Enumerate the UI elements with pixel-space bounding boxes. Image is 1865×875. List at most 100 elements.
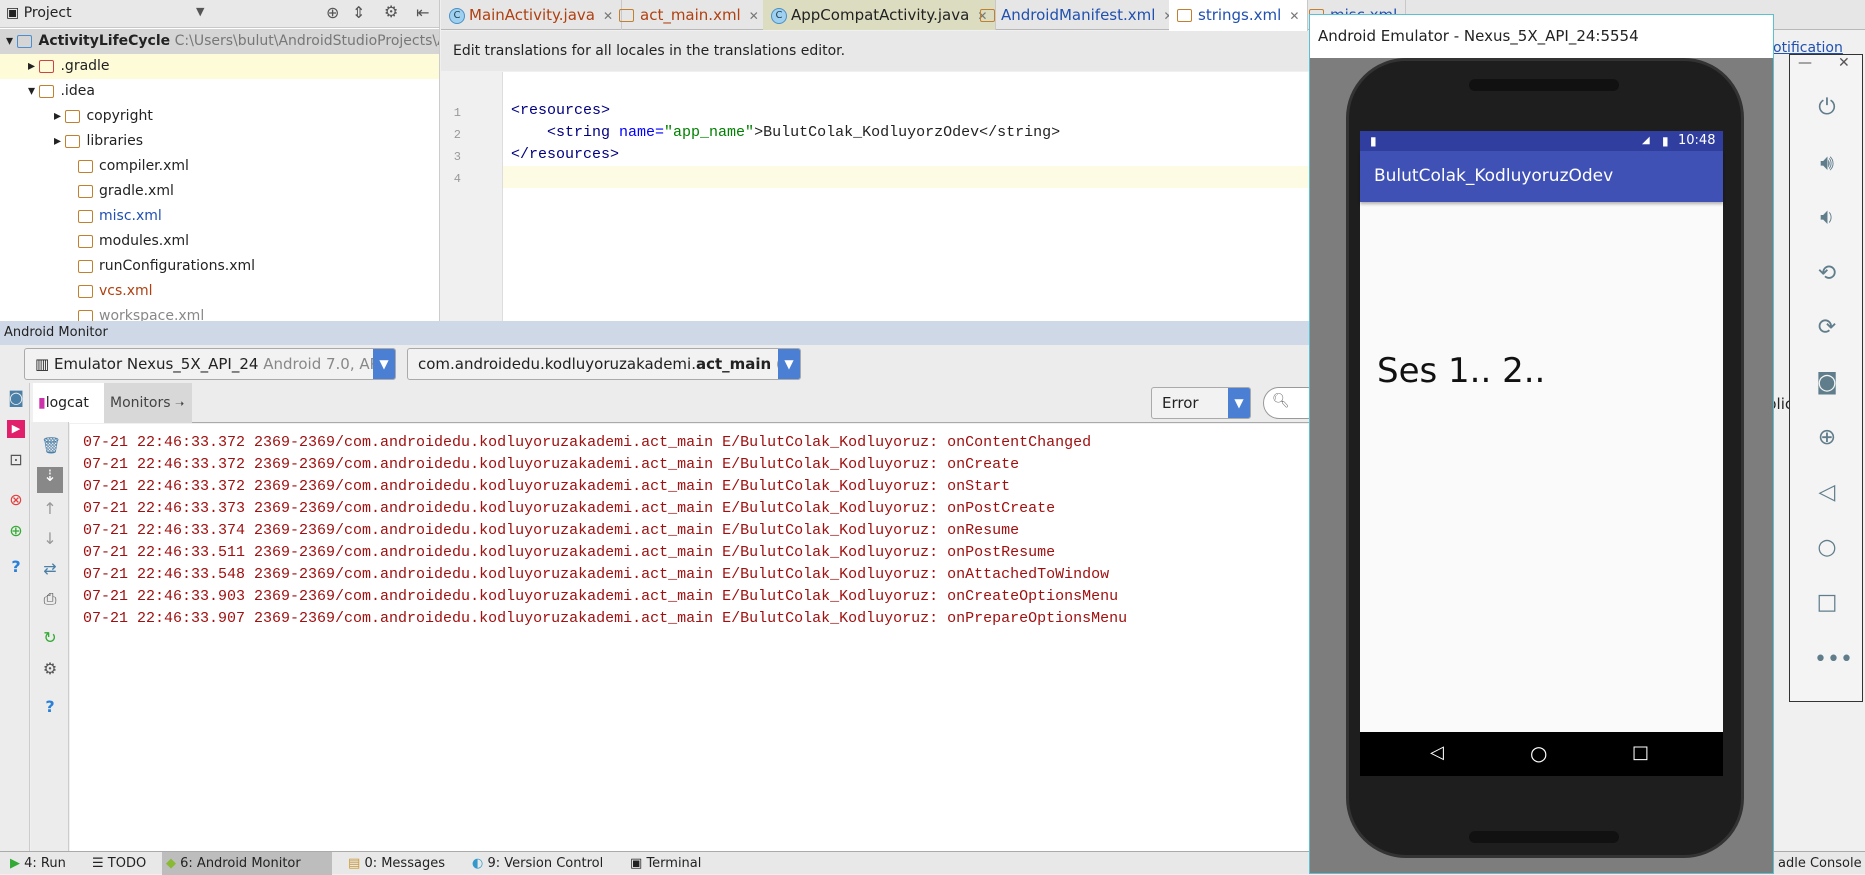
log-line: 07-21 22:46:33.903 2369-2369/com.android… <box>83 588 1119 605</box>
run-tab[interactable]: ▶ 4: Run <box>6 852 70 875</box>
back-icon[interactable]: ◁ <box>1814 480 1840 506</box>
device-icon: ▥ <box>35 355 54 373</box>
emulator-title: Android Emulator - Nexus_5X_API_24:5554 <box>1310 15 1773 58</box>
folder-icon <box>17 34 33 48</box>
camera-icon[interactable]: ◙ <box>1814 370 1840 396</box>
tree-item[interactable]: vcs.xml <box>78 279 153 304</box>
log-line: 07-21 22:46:33.374 2369-2369/com.android… <box>83 522 1020 539</box>
close-icon[interactable]: ✕ <box>1838 55 1850 71</box>
tab-androidmanifest[interactable]: AndroidManifest.xml✕ <box>972 0 1183 30</box>
project-view-selector[interactable]: ▣ Project <box>6 5 72 21</box>
camera-icon[interactable]: ◙ <box>7 389 25 407</box>
tab-strings[interactable]: strings.xml ✕ <box>1169 0 1309 31</box>
chevron-down-icon[interactable]: ▼ <box>196 5 204 18</box>
run-icon: ▶ <box>10 856 20 871</box>
restart-icon[interactable]: ↻ <box>41 629 59 647</box>
close-icon[interactable]: ✕ <box>749 9 759 23</box>
xml-file-icon <box>619 9 634 22</box>
code-line: </resources> <box>511 146 620 163</box>
navigation-bar: ◁ ○ □ <box>1360 732 1723 776</box>
soft-wrap-icon[interactable]: ⇄ <box>41 560 59 578</box>
gear-icon[interactable]: ⚙ <box>41 660 59 678</box>
gradle-console-tab[interactable]: adle Console <box>1774 852 1865 875</box>
code-line: <resources> <box>511 102 611 119</box>
tab-mainactivity[interactable]: C MainActivity.java ✕ <box>441 0 623 30</box>
system-info-icon[interactable]: ⊡ <box>7 451 25 469</box>
logcat-side-toolbar: 🗑︎ ⇣ ↑ ↓ ⇄ ⎙ ↻ ⚙ ? <box>31 422 69 851</box>
tree-item[interactable]: gradle.xml <box>78 179 174 204</box>
log-level-dropdown[interactable]: Error ▼ <box>1151 387 1251 419</box>
tree-item[interactable]: workspace.xml <box>78 304 204 321</box>
speaker-grille <box>1469 79 1619 91</box>
tree-item[interactable]: compiler.xml <box>78 154 189 179</box>
volume-down-icon[interactable]: 🔉︎ <box>1814 205 1840 231</box>
log-line: 07-21 22:46:33.907 2369-2369/com.android… <box>83 610 1128 627</box>
terminate-icon[interactable]: ⊕ <box>7 522 25 540</box>
collapse-icon[interactable]: ⇕ <box>352 3 365 22</box>
version-control-tab[interactable]: ◐ 9: Version Control <box>468 852 607 875</box>
pin-icon: ➝ <box>174 397 185 410</box>
tree-item[interactable]: ▸ libraries <box>54 129 143 154</box>
line-number: 4 <box>453 172 461 186</box>
home-icon[interactable]: ○ <box>1814 535 1840 561</box>
arrow-down-icon[interactable]: ↓ <box>41 530 59 548</box>
log-line: 07-21 22:46:33.373 2369-2369/com.android… <box>83 500 1056 517</box>
trash-icon[interactable]: 🗑︎ <box>41 437 61 455</box>
volume-up-icon[interactable]: 🔊︎ <box>1814 151 1840 177</box>
tab-appcompatactivity[interactable]: C AppCompatActivity.java ✕ <box>763 0 997 30</box>
zoom-icon[interactable]: ⊕ <box>1814 425 1840 451</box>
overview-icon[interactable]: □ <box>1814 590 1840 616</box>
arrow-up-icon[interactable]: ↑ <box>41 500 59 518</box>
todo-tab[interactable]: ☰ TODO <box>88 852 150 875</box>
line-number: 3 <box>453 150 461 164</box>
tree-item[interactable]: ▸ .gradle <box>0 54 439 79</box>
tree-item[interactable]: modules.xml <box>78 229 189 254</box>
messages-tab[interactable]: ▤ 0: Messages <box>344 852 449 875</box>
line-number: 2 <box>453 128 461 142</box>
xml-file-icon <box>78 184 93 198</box>
home-icon[interactable]: ○ <box>1530 741 1547 765</box>
close-icon[interactable]: ✕ <box>1289 9 1299 23</box>
rotate-right-icon[interactable]: ⟳ <box>1814 315 1840 341</box>
power-icon[interactable]: ⏻ <box>1814 95 1840 121</box>
tab-logcat[interactable]: ▮logcat <box>33 383 104 423</box>
folder-icon <box>39 59 55 73</box>
tab-act-main[interactable]: act_main.xml ✕ <box>611 0 768 30</box>
device-dropdown[interactable]: ▥ Emulator Nexus_5X_API_24 Android 7.0, … <box>24 348 396 380</box>
process-dropdown[interactable]: com.androidedu.kodluyoruzakademi.act_mai… <box>407 348 801 380</box>
help-icon[interactable]: ? <box>7 558 25 576</box>
help-icon[interactable]: ? <box>41 698 59 716</box>
android-monitor-tab[interactable]: ◆ 6: Android Monitor <box>162 852 332 875</box>
overview-icon[interactable]: □ <box>1632 742 1649 763</box>
scroll-end-icon[interactable]: ⇣ <box>37 467 63 493</box>
tab-monitors[interactable]: Monitors ➝ <box>104 383 192 423</box>
logcat-output[interactable]: 07-21 22:46:33.372 2369-2369/com.android… <box>70 424 1309 851</box>
xml-file-icon <box>78 234 93 248</box>
more-icon[interactable]: ••• <box>1814 647 1853 673</box>
tree-item[interactable]: ▾ .idea <box>28 79 95 104</box>
record-icon[interactable]: ▶ <box>7 420 25 438</box>
todo-icon: ☰ <box>92 856 104 871</box>
speaker-grille <box>1469 831 1619 843</box>
translations-banner: Edit translations for all locales in the… <box>441 31 1309 71</box>
tree-item[interactable]: misc.xml <box>78 204 162 229</box>
log-line: 07-21 22:46:33.372 2369-2369/com.android… <box>83 434 1092 451</box>
tree-item[interactable]: ▸ copyright <box>54 104 153 129</box>
print-icon[interactable]: ⎙ <box>41 590 59 608</box>
tree-item[interactable]: runConfigurations.xml <box>78 254 255 279</box>
signal-icon: ◢ <box>1642 135 1650 146</box>
back-icon[interactable]: ◁ <box>1430 742 1444 763</box>
xml-file-icon <box>78 309 93 321</box>
minimize-icon[interactable]: — <box>1798 55 1812 71</box>
rotate-left-icon[interactable]: ⟲ <box>1814 261 1840 287</box>
gear-icon[interactable]: ⚙ <box>384 2 398 21</box>
device-screen[interactable]: ▮ ◢ ▮ 10:48 BulutColak_KodluyoruzOdev Se… <box>1360 131 1723 776</box>
code-editor[interactable]: <resources> <string name="app_name">Bulu… <box>441 72 1309 321</box>
terminal-tab[interactable]: ▣ Terminal <box>626 852 705 875</box>
locate-icon[interactable]: ⊕ <box>326 3 339 22</box>
hide-icon[interactable]: ⇤ <box>416 3 429 22</box>
tree-root[interactable]: ▾ ActivityLifeCycle C:\Users\bulut\Andro… <box>0 29 439 54</box>
stop-icon[interactable]: ⊗ <box>7 491 25 509</box>
monitor-tabs: ▮logcat Monitors ➝ <box>33 383 1309 423</box>
folder-icon <box>65 109 81 123</box>
